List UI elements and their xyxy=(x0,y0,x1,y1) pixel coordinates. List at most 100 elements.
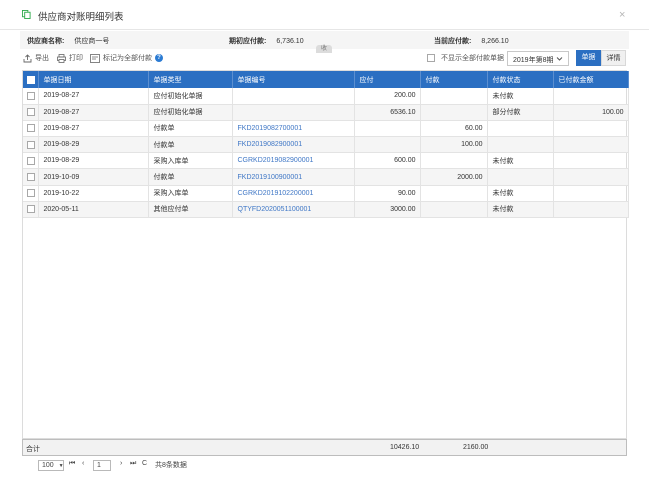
cell-doc-no[interactable]: FKD2019100900001 xyxy=(232,168,355,186)
cell-status: 未付款 xyxy=(487,88,554,105)
supplier-label: 供应商名称: xyxy=(27,38,65,45)
row-checkbox-cell[interactable] xyxy=(23,120,39,138)
table-row[interactable]: 2019-08-29 采购入库单 CGRKD2019082900001 600.… xyxy=(23,152,629,170)
row-checkbox-cell[interactable] xyxy=(23,136,39,154)
table-row[interactable]: 2019-10-09 付款单 FKD2019100900001 2000.00 xyxy=(23,168,629,186)
window-title: 供应商对账明细列表 xyxy=(38,12,124,23)
cell-status xyxy=(487,168,554,186)
select-all-cell[interactable] xyxy=(23,71,39,88)
last-page-icon[interactable]: ⏭ xyxy=(130,460,136,468)
cell-doc-no[interactable]: FKD2019082700001 xyxy=(232,120,355,138)
select-all-checkbox[interactable] xyxy=(27,75,35,84)
table-row[interactable]: 2019-08-27 应付初始化单据 6536.10 部分付款 100.00 xyxy=(23,104,629,121)
column-header[interactable]: 付款状态 xyxy=(487,71,554,88)
first-page-icon[interactable]: ⏮ xyxy=(69,460,75,468)
column-header[interactable]: 付款 xyxy=(420,71,488,88)
total-paid: 2160.00 xyxy=(463,444,489,451)
row-checkbox[interactable] xyxy=(27,124,35,133)
cell-type: 应付初始化单据 xyxy=(148,88,233,105)
help-icon[interactable]: ? xyxy=(155,54,163,62)
cell-date: 2019-08-29 xyxy=(38,152,149,170)
opening-payable-info: 期初应付款: 6,736.10 xyxy=(229,36,304,46)
print-label: 打印 xyxy=(69,55,83,62)
cell-type: 付款单 xyxy=(148,136,233,154)
prev-page-icon[interactable]: ‹ xyxy=(82,460,84,467)
mark-all-paid-button[interactable]: 标记为全部付款 ? xyxy=(90,53,163,63)
row-checkbox[interactable] xyxy=(27,140,35,149)
total-payable: 10426.10 xyxy=(390,444,420,451)
toolbar: 导出 打印 标记为全部付款 ? 不显示全部付款单据 2019年第8期 单据 详情 xyxy=(20,50,629,68)
cell-payable: 3000.00 xyxy=(354,201,421,219)
row-checkbox-cell[interactable] xyxy=(23,152,39,170)
current-payable-info: 当前应付款: 8,266.10 xyxy=(434,36,509,46)
total-label: 合计 xyxy=(26,446,40,453)
row-checkbox-cell[interactable] xyxy=(23,88,39,105)
cell-paid-amount xyxy=(553,168,629,186)
cell-payable xyxy=(354,136,421,154)
table-row[interactable]: 2020-05-11 其他应付单 QTYFD2020051100001 3000… xyxy=(23,201,629,219)
cell-status xyxy=(487,136,554,154)
hide-paid-checkbox[interactable]: 不显示全部付款单据 xyxy=(427,53,504,63)
mark-paid-icon xyxy=(90,53,100,63)
close-icon[interactable]: × xyxy=(619,9,625,21)
opening-payable-label: 期初应付款: xyxy=(229,38,267,45)
refresh-icon[interactable]: C xyxy=(142,460,147,467)
cell-type: 付款单 xyxy=(148,168,233,186)
table-row[interactable]: 2019-08-27 应付初始化单据 200.00 未付款 xyxy=(23,88,629,105)
cell-doc-no[interactable]: FKD2019082900001 xyxy=(232,136,355,154)
title-bar: 供应商对账明细列表 × xyxy=(0,0,649,30)
cell-date: 2019-08-27 xyxy=(38,120,149,138)
period-select[interactable]: 2019年第8期 xyxy=(507,51,569,66)
cell-doc-no[interactable] xyxy=(232,88,355,105)
column-header[interactable]: 单据类型 xyxy=(148,71,233,88)
record-count: 共8条数据 xyxy=(155,462,187,469)
row-checkbox[interactable] xyxy=(27,173,35,182)
column-header[interactable]: 应付 xyxy=(354,71,421,88)
export-button[interactable]: 导出 xyxy=(23,53,49,63)
cell-date: 2019-08-27 xyxy=(38,88,149,105)
cell-paid xyxy=(420,152,488,170)
cell-doc-no[interactable]: CGRKD2019082900001 xyxy=(232,152,355,170)
document-copy-icon xyxy=(22,10,31,19)
print-button[interactable]: 打印 xyxy=(57,53,83,63)
totals-row: 合计 10426.10 2160.00 xyxy=(22,439,627,456)
table-row[interactable]: 2019-10-22 采购入库单 CGRKD2019102200001 90.0… xyxy=(23,185,629,202)
statement-table: 单据日期 单据类型 单据编号 应付 付款 付款状态 已付款金额 2019-08-… xyxy=(23,71,629,219)
row-checkbox[interactable] xyxy=(27,189,35,198)
row-checkbox-cell[interactable] xyxy=(23,168,39,186)
export-icon xyxy=(23,53,32,62)
row-checkbox-cell[interactable] xyxy=(23,104,39,121)
cell-doc-no[interactable]: CGRKD2019102200001 xyxy=(232,185,355,202)
row-checkbox[interactable] xyxy=(27,156,35,165)
table-row[interactable]: 2019-08-27 付款单 FKD2019082700001 60.00 xyxy=(23,120,629,138)
supplier-info: 供应商名称: 供应商一号 xyxy=(27,36,109,46)
cell-payable: 600.00 xyxy=(354,152,421,170)
export-label: 导出 xyxy=(35,55,49,62)
cell-paid-amount xyxy=(553,88,629,105)
table-row[interactable]: 2019-08-29 付款单 FKD2019082900001 100.00 xyxy=(23,136,629,154)
cell-status: 未付款 xyxy=(487,152,554,170)
column-header[interactable]: 单据日期 xyxy=(38,71,149,88)
column-header[interactable]: 单据编号 xyxy=(232,71,355,88)
hide-paid-checkbox-box[interactable] xyxy=(427,54,435,62)
row-checkbox[interactable] xyxy=(27,205,35,214)
table-header: 单据日期 单据类型 单据编号 应付 付款 付款状态 已付款金额 xyxy=(23,71,629,88)
cell-doc-no[interactable]: QTYFD2020051100001 xyxy=(232,201,355,219)
view-document-button[interactable]: 单据 xyxy=(576,50,601,66)
page-number-input[interactable]: 1 xyxy=(93,460,111,471)
cell-doc-no[interactable] xyxy=(232,104,355,121)
cell-type: 采购入库单 xyxy=(148,152,233,170)
row-checkbox-cell[interactable] xyxy=(23,201,39,219)
row-checkbox-cell[interactable] xyxy=(23,185,39,202)
cell-paid xyxy=(420,104,488,121)
row-checkbox[interactable] xyxy=(27,91,35,100)
cell-payable: 200.00 xyxy=(354,88,421,105)
cell-status xyxy=(487,120,554,138)
next-page-icon[interactable]: › xyxy=(120,460,122,467)
hide-paid-label: 不显示全部付款单据 xyxy=(441,55,504,62)
page-size-select[interactable]: 100 ▼ xyxy=(38,460,64,471)
column-header[interactable]: 已付款金额 xyxy=(553,71,629,88)
row-checkbox[interactable] xyxy=(27,108,35,117)
cell-paid xyxy=(420,88,488,105)
view-detail-button[interactable]: 详情 xyxy=(601,50,626,66)
